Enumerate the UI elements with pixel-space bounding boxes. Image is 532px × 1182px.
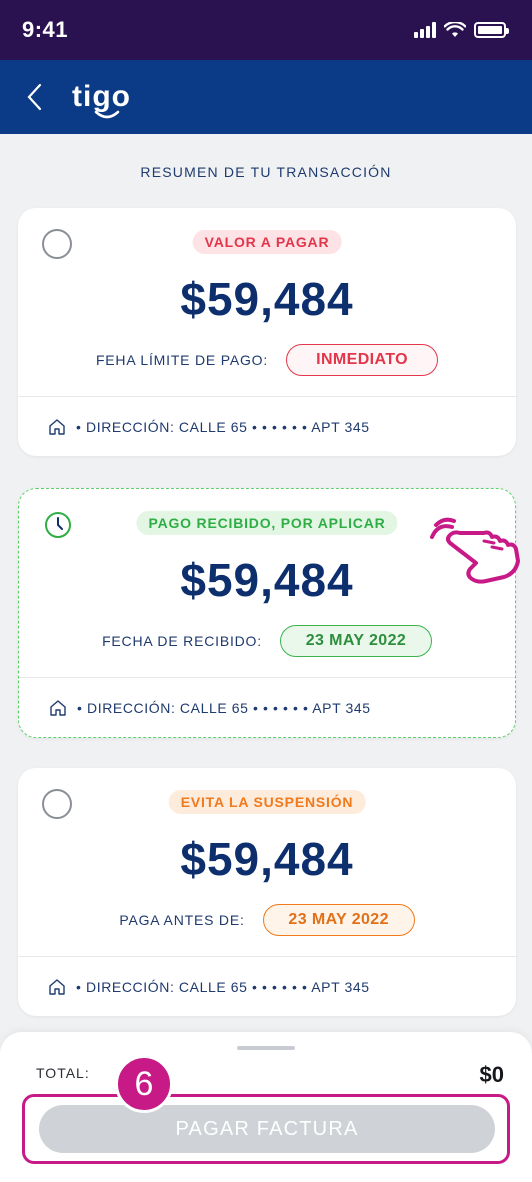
total-label: TOTAL:	[36, 1065, 90, 1081]
tutorial-step-badge: 6	[115, 1055, 173, 1113]
chevron-left-icon	[27, 83, 42, 111]
tutorial-highlight: PAGAR FACTURA	[22, 1094, 510, 1164]
tigo-logo: tigo	[72, 80, 131, 119]
radio-button[interactable]	[42, 789, 72, 819]
address-text: • DIRECCIÓN: CALLE 65 • • • • • • APT 34…	[77, 700, 371, 716]
transaction-card-3[interactable]: EVITA LA SUSPENSIÓN $59,484 PAGA ANTES D…	[18, 768, 516, 1016]
address-row: • DIRECCIÓN: CALLE 65 • • • • • • APT 34…	[48, 978, 370, 996]
status-badge: PAGO RECIBIDO, POR APLICAR	[136, 511, 398, 535]
amount: $59,484	[180, 273, 354, 325]
address-row: • DIRECCIÓN: CALLE 65 • • • • • • APT 34…	[49, 699, 371, 717]
date-pill: INMEDIATO	[286, 344, 439, 376]
divider	[19, 677, 515, 678]
status-icons	[414, 22, 509, 38]
divider	[18, 956, 516, 957]
logo-text: tigo	[72, 80, 131, 113]
date-row: PAGA ANTES DE: 23 MAY 2022	[18, 904, 516, 936]
battery-icon	[474, 22, 509, 38]
address-text: • DIRECCIÓN: CALLE 65 • • • • • • APT 34…	[76, 419, 370, 435]
date-label: FEHA LÍMITE DE PAGO:	[95, 352, 269, 368]
wifi-icon	[444, 22, 466, 37]
date-label: FECHA DE RECIBIDO:	[102, 633, 262, 649]
date-pill: 23 MAY 2022	[279, 625, 432, 657]
clock-icon[interactable]	[43, 510, 73, 540]
date-row: FEHA LÍMITE DE PAGO: INMEDIATO	[18, 344, 516, 376]
bottom-sheet: TOTAL: $0 PAGAR FACTURA	[0, 1032, 532, 1182]
status-time: 9:41	[22, 17, 69, 42]
transaction-card-1[interactable]: VALOR A PAGAR $59,484 FEHA LÍMITE DE PAG…	[18, 208, 516, 456]
home-icon	[49, 419, 65, 435]
signal-icon	[414, 22, 436, 38]
status-badge: VALOR A PAGAR	[192, 230, 342, 254]
pay-invoice-button[interactable]: PAGAR FACTURA	[39, 1105, 495, 1153]
divider	[18, 396, 516, 397]
address-text: • DIRECCIÓN: CALLE 65 • • • • • • APT 34…	[76, 979, 370, 995]
status-badge: EVITA LA SUSPENSIÓN	[168, 790, 366, 814]
total-value: $0	[479, 1062, 504, 1087]
sheet-drag-handle[interactable]	[237, 1046, 295, 1050]
logo-smile-icon	[94, 110, 120, 119]
date-pill: 23 MAY 2022	[262, 904, 415, 936]
address-row: • DIRECCIÓN: CALLE 65 • • • • • • APT 34…	[48, 418, 370, 436]
tap-hand-icon	[430, 517, 520, 584]
home-icon	[50, 700, 66, 716]
home-icon	[49, 979, 65, 995]
app-header: tigo	[0, 60, 532, 134]
radio-button[interactable]	[42, 229, 72, 259]
section-title: RESUMEN DE TU TRANSACCIÓN	[140, 164, 392, 180]
date-row: FECHA DE RECIBIDO: 23 MAY 2022	[19, 625, 515, 657]
back-button[interactable]	[22, 80, 46, 114]
date-label: PAGA ANTES DE:	[119, 912, 245, 928]
status-bar: 9:41	[0, 0, 532, 60]
amount: $59,484	[180, 833, 354, 885]
